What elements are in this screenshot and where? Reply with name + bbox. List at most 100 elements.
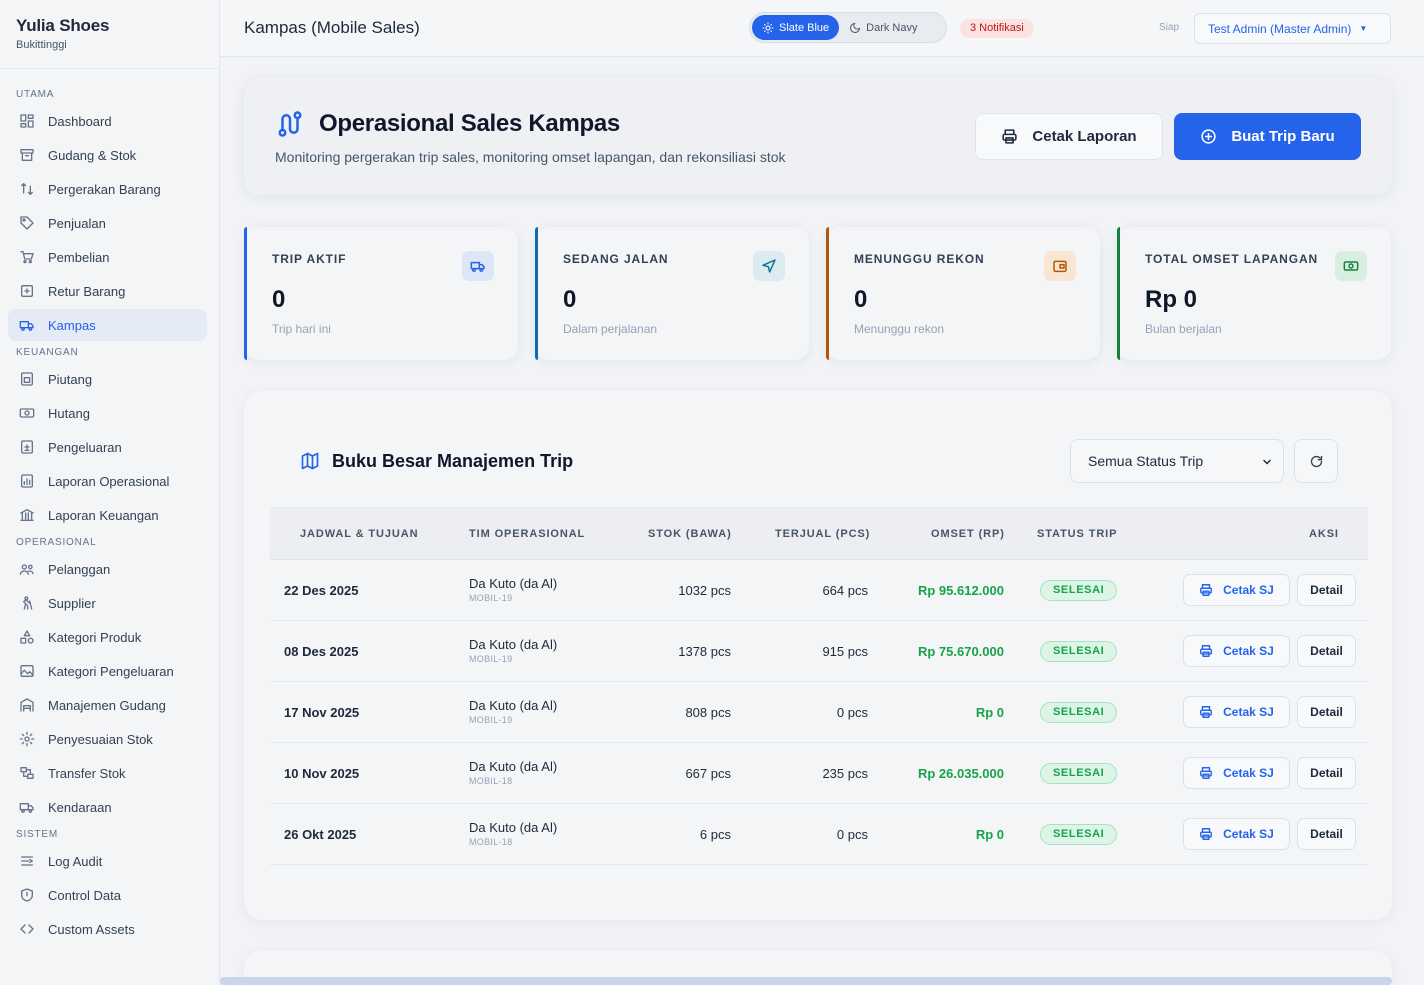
sidebar-item-kendaraan[interactable]: Kendaraan <box>8 791 207 823</box>
log-icon <box>18 852 36 870</box>
sidebar-item-label: Retur Barang <box>48 283 126 299</box>
detail-button[interactable]: Detail <box>1297 574 1356 606</box>
trip-stock: 6 pcs <box>699 827 731 842</box>
print-sj-button[interactable]: Cetak SJ <box>1183 574 1290 606</box>
detail-button[interactable]: Detail <box>1297 818 1356 850</box>
horizontal-scrollbar[interactable] <box>220 977 1392 985</box>
trip-stock: 808 pcs <box>685 705 731 720</box>
sidebar-item-penjualan[interactable]: Penjualan <box>8 207 207 239</box>
route-icon <box>275 109 305 139</box>
notification-badge[interactable]: 3 Notifikasi <box>960 19 1034 38</box>
trip-omset: Rp 0 <box>975 827 1004 842</box>
refresh-button[interactable] <box>1294 439 1338 483</box>
sidebar-item-label: Penjualan <box>48 215 106 231</box>
trip-sold: 664 pcs <box>822 583 868 598</box>
detail-button[interactable]: Detail <box>1297 757 1356 789</box>
sidebar-item-kategori-pengeluaran[interactable]: Kategori Pengeluaran <box>8 655 207 687</box>
brand-name: Yulia Shoes <box>16 16 110 35</box>
trip-vehicle: MOBIL-18 <box>469 837 513 847</box>
col-status: STATUS TRIP <box>1037 528 1118 540</box>
trip-omset: Rp 26.035.000 <box>917 766 1004 781</box>
sidebar-item-pelanggan[interactable]: Pelanggan <box>8 553 207 585</box>
printer-icon <box>1001 128 1018 145</box>
table-row: 08 Des 2025 Da Kuto (da Al) MOBIL-19 1378 p… <box>270 621 1368 682</box>
bank-icon <box>18 506 36 524</box>
sidebar-item-control-data[interactable]: Control Data <box>8 879 207 911</box>
dashboard-icon <box>18 112 36 130</box>
sidebar-item-piutang[interactable]: Piutang <box>8 363 207 395</box>
sidebar-item-pergerakan-barang[interactable]: Pergerakan Barang <box>8 173 207 205</box>
code-icon <box>18 920 36 938</box>
sidebar-item-kategori-produk[interactable]: Kategori Produk <box>8 621 207 653</box>
plus-circle-icon <box>1200 128 1217 145</box>
col-schedule: JADWAL & TUJUAN <box>300 528 419 540</box>
stat-caption: Bulan berjalan <box>1145 322 1222 336</box>
stat-caption: Trip hari ini <box>272 322 331 336</box>
sidebar-item-hutang[interactable]: Hutang <box>8 397 207 429</box>
print-sj-button[interactable]: Cetak SJ <box>1183 635 1290 667</box>
print-sj-button[interactable]: Cetak SJ <box>1183 696 1290 728</box>
sidebar-item-dashboard[interactable]: Dashboard <box>8 105 207 137</box>
nav-section-title: KEUANGAN <box>16 347 79 358</box>
table-header: JADWAL & TUJUAN TIM OPERASIONAL STOK (BA… <box>270 507 1368 560</box>
stat-accent <box>1117 227 1120 360</box>
stat-accent <box>535 227 538 360</box>
sidebar-item-label: Manajemen Gudang <box>48 697 166 713</box>
shapes-icon <box>18 628 36 646</box>
sidebar-item-supplier[interactable]: Supplier <box>8 587 207 619</box>
sidebar-item-gudang-stok[interactable]: Gudang & Stok <box>8 139 207 171</box>
sidebar-item-pembelian[interactable]: Pembelian <box>8 241 207 273</box>
print-sj-button[interactable]: Cetak SJ <box>1183 818 1290 850</box>
print-sj-label: Cetak SJ <box>1223 644 1274 658</box>
arrows-icon <box>18 180 36 198</box>
sidebar-item-label: Kategori Pengeluaran <box>48 663 174 679</box>
stat-accent <box>826 227 829 360</box>
col-stock: STOK (BAWA) <box>648 528 732 540</box>
sidebar-item-label: Supplier <box>48 595 96 611</box>
user-menu-button[interactable]: Test Admin (Master Admin) ▼ <box>1194 13 1391 44</box>
theme-slate-label: Slate Blue <box>779 21 830 34</box>
moon-icon <box>849 22 861 34</box>
sidebar-item-laporan-operasional[interactable]: Laporan Operasional <box>8 465 207 497</box>
stat-accent <box>244 227 247 360</box>
map-icon <box>300 451 320 471</box>
detail-button[interactable]: Detail <box>1297 635 1356 667</box>
sidebar-item-label: Penyesuaian Stok <box>48 731 153 747</box>
truck-icon <box>462 251 494 281</box>
print-report-button[interactable]: Cetak Laporan <box>975 113 1163 160</box>
theme-dark-navy-button[interactable]: Dark Navy <box>839 15 927 40</box>
theme-switch: Slate Blue Dark Navy <box>749 12 947 43</box>
theme-slate-blue-button[interactable]: Slate Blue <box>752 15 840 40</box>
sidebar-item-label: Kampas <box>48 317 96 333</box>
status-badge: SELESAI <box>1040 641 1118 662</box>
new-trip-button[interactable]: Buat Trip Baru <box>1174 113 1361 160</box>
supplier-icon <box>18 594 36 612</box>
print-sj-button[interactable]: Cetak SJ <box>1183 757 1290 789</box>
sidebar-item-label: Control Data <box>48 887 121 903</box>
sidebar-item-label: Dashboard <box>48 113 112 129</box>
sidebar-item-label: Pelanggan <box>48 561 111 577</box>
print-sj-label: Cetak SJ <box>1223 827 1274 841</box>
sidebar-item-penyesuaian-stok[interactable]: Penyesuaian Stok <box>8 723 207 755</box>
detail-button[interactable]: Detail <box>1297 696 1356 728</box>
sidebar-item-custom-assets[interactable]: Custom Assets <box>8 913 207 945</box>
users-icon <box>18 560 36 578</box>
theme-navy-label: Dark Navy <box>866 21 918 34</box>
trip-omset: Rp 75.670.000 <box>917 644 1004 659</box>
sidebar-item-kampas[interactable]: Kampas <box>8 309 207 341</box>
expense-icon <box>18 438 36 456</box>
table-row: 10 Nov 2025 Da Kuto (da Al) MOBIL-18 667 pc… <box>270 743 1368 804</box>
sidebar-item-log-audit[interactable]: Log Audit <box>8 845 207 877</box>
sidebar-item-transfer-stok[interactable]: Transfer Stok <box>8 757 207 789</box>
trip-status-filter[interactable]: Semua Status Trip <box>1070 439 1284 483</box>
print-sj-label: Cetak SJ <box>1223 705 1274 719</box>
sidebar-item-retur-barang[interactable]: Retur Barang <box>8 275 207 307</box>
stat-on-the-road: SEDANG JALAN 0 Dalam perjalanan <box>535 227 809 360</box>
sidebar-item-laporan-keuangan[interactable]: Laporan Keuangan <box>8 499 207 531</box>
trip-vehicle: MOBIL-19 <box>469 715 513 725</box>
sidebar-item-manajemen-gudang[interactable]: Manajemen Gudang <box>8 689 207 721</box>
trip-stock: 1032 pcs <box>678 583 731 598</box>
sidebar-item-pengeluaran[interactable]: Pengeluaran <box>8 431 207 463</box>
trip-ledger-card: Buku Besar Manajemen Trip Semua Status T… <box>244 391 1392 920</box>
status-badge: SELESAI <box>1040 702 1118 723</box>
